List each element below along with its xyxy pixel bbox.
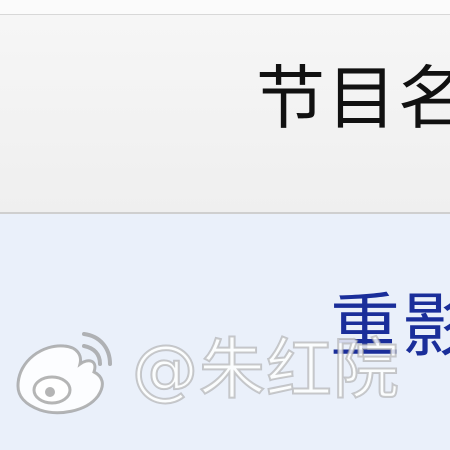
column-header-program-name[interactable]: 节目名 <box>256 59 450 139</box>
table-row: 重影 <box>0 214 450 450</box>
top-strip <box>0 0 450 15</box>
table-header-row: 节目名 <box>0 15 450 214</box>
screenshot-frame: 节目名 重影 @朱红院 <box>0 0 450 450</box>
program-link[interactable]: 重影 <box>330 286 450 366</box>
